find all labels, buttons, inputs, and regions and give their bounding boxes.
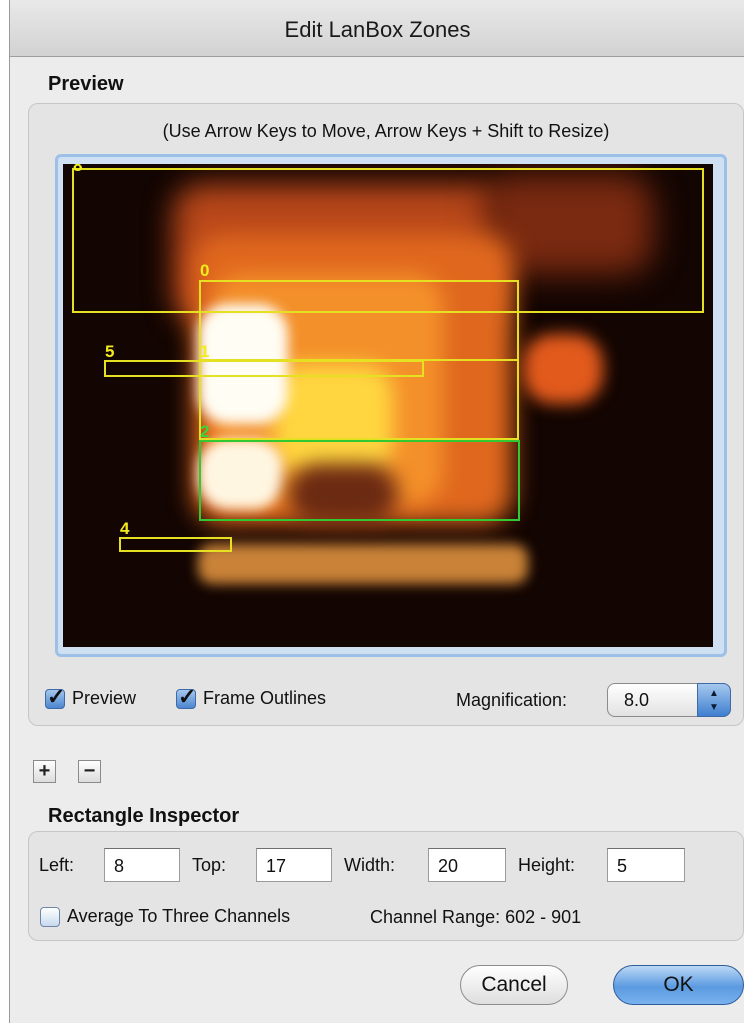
preview-checkbox-row[interactable]: ✓ Preview	[45, 684, 137, 709]
magnification-select[interactable]: 8.0 ▲ ▼	[607, 683, 731, 717]
checkmark-icon: ✓	[47, 683, 66, 709]
width-field[interactable]: 20	[428, 848, 506, 882]
ok-button[interactable]: OK	[613, 965, 744, 1005]
average-checkbox[interactable]	[40, 906, 60, 927]
add-zone-button[interactable]: +	[33, 760, 56, 783]
preview-canvas[interactable]: 8 0 1 5 2 4	[63, 164, 713, 647]
preview-checkbox-label: Preview	[72, 688, 137, 708]
top-field[interactable]: 17	[256, 848, 332, 882]
average-checkbox-label: Average To Three Channels	[67, 906, 291, 926]
zone-label-4: 4	[120, 519, 130, 538]
remove-zone-button[interactable]: −	[78, 760, 101, 783]
preview-hint: (Use Arrow Keys to Move, Arrow Keys + Sh…	[162, 121, 610, 141]
height-label: Height:	[518, 855, 576, 875]
magnification-value: 8.0	[624, 690, 650, 710]
glow-right-spot	[523, 334, 603, 404]
frame-outlines-checkbox-label: Frame Outlines	[203, 688, 327, 708]
edit-zones-window: Edit LanBox Zones Preview (Use Arrow Key…	[9, 0, 744, 1023]
zone-label-0: 0	[200, 261, 210, 280]
window-title: Edit LanBox Zones	[10, 0, 744, 57]
magnification-label: Magnification:	[456, 690, 568, 710]
frame-outlines-checkbox[interactable]: ✓	[176, 684, 196, 709]
height-field[interactable]: 5	[607, 848, 685, 882]
left-field[interactable]: 8	[104, 848, 180, 882]
zone-label-8: 8	[73, 164, 83, 175]
zone-label-1: 1	[200, 342, 210, 361]
average-checkbox-row[interactable]: Average To Three Channels	[40, 906, 290, 927]
up-down-arrows-icon: ▲ ▼	[697, 683, 731, 717]
left-label: Left:	[39, 855, 75, 875]
inspector-section-title: Rectangle Inspector	[48, 805, 240, 827]
channel-range-text: Channel Range: 602 - 901	[370, 907, 582, 927]
top-label: Top:	[192, 855, 227, 875]
width-label: Width:	[344, 855, 396, 875]
glow-bottom-bar	[198, 544, 528, 584]
zone-rect-4[interactable]	[119, 537, 232, 552]
frame-outlines-checkbox-row[interactable]: ✓ Frame Outlines	[176, 684, 327, 709]
zone-rect-5[interactable]	[104, 360, 424, 377]
zone-label-5: 5	[105, 342, 115, 361]
cancel-button[interactable]: Cancel	[460, 965, 568, 1005]
checkmark-icon: ✓	[178, 683, 197, 709]
zone-rect-0[interactable]	[199, 280, 519, 361]
preview-checkbox[interactable]: ✓	[45, 684, 65, 709]
zone-label-2: 2	[200, 422, 210, 441]
zone-rect-2[interactable]	[199, 440, 520, 521]
preview-section-title: Preview	[48, 73, 124, 95]
